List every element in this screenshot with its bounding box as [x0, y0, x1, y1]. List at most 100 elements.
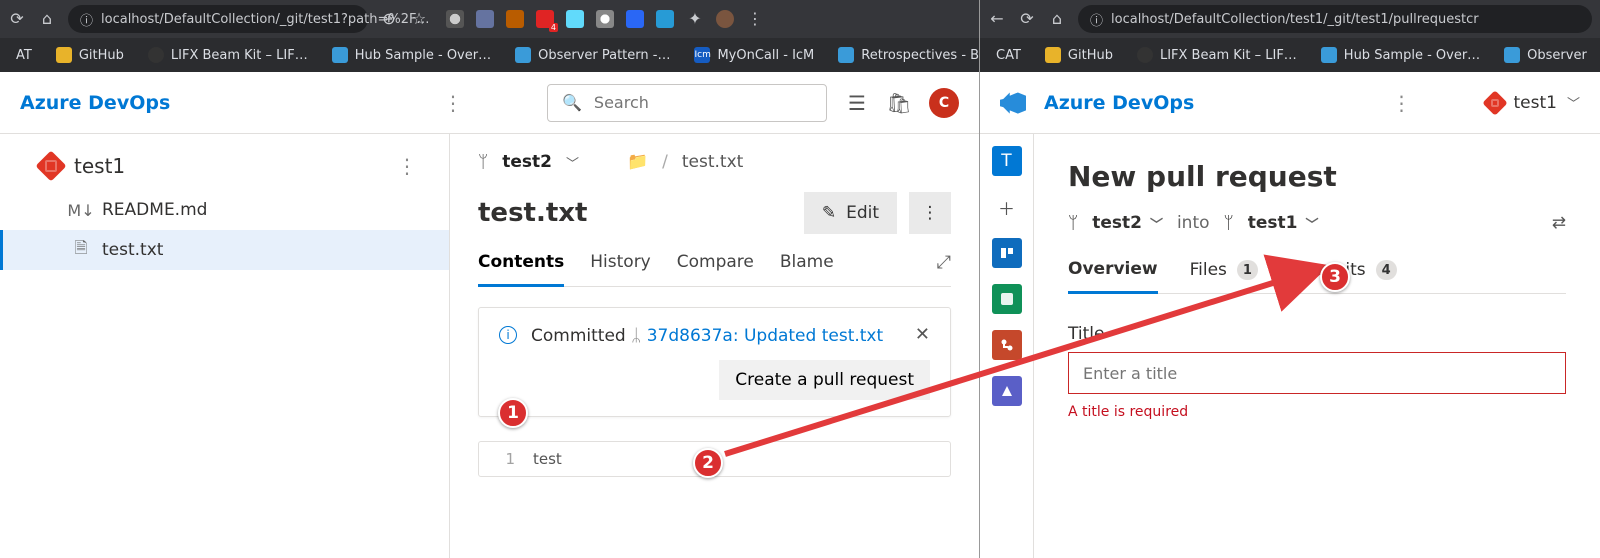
- file-title: test.txt: [478, 198, 792, 228]
- repo-name: test1: [74, 154, 125, 178]
- file-main: ᛘ test2 ﹀ 📁 / test.txt test.txt ✎ Edit ⋮…: [450, 134, 979, 558]
- ext-icon[interactable]: [506, 10, 524, 28]
- url-text: localhost/DefaultCollection/test1/_git/t…: [1111, 12, 1479, 27]
- chrome-menu-icon[interactable]: ⋮: [746, 10, 764, 28]
- extensions-row: 4: [446, 10, 674, 28]
- tab-blame[interactable]: Blame: [780, 252, 834, 286]
- ext-icon[interactable]: [656, 10, 674, 28]
- repo-more-icon[interactable]: ⋮: [389, 154, 425, 178]
- shopping-icon[interactable]: 🛍: [887, 91, 911, 115]
- bookmark[interactable]: GitHub: [1035, 43, 1123, 67]
- annotation-badge-3: 3: [1320, 262, 1350, 292]
- ext-icon[interactable]: [566, 10, 584, 28]
- edit-button[interactable]: ✎ Edit: [804, 192, 897, 234]
- source-branch-picker[interactable]: test2﹀: [1092, 213, 1163, 233]
- ado-logo[interactable]: Azure DevOps: [1044, 92, 1194, 114]
- annotation-badge-1: 1: [498, 398, 528, 428]
- tab-history[interactable]: History: [590, 252, 650, 286]
- repo-breadcrumb[interactable]: test1 ﹀: [1486, 93, 1580, 113]
- tab-compare[interactable]: Compare: [677, 252, 754, 286]
- header-more-icon[interactable]: ⋮: [435, 91, 471, 115]
- tab-contents[interactable]: Contents: [478, 252, 564, 287]
- address-bar[interactable]: ⓘ localhost/DefaultCollection/_git/test1…: [68, 5, 368, 33]
- bookmarks-bar: AT GitHub LIFX Beam Kit – LIF… Hub Sampl…: [0, 38, 979, 72]
- back-icon[interactable]: ←: [988, 10, 1006, 28]
- ado-icon: [1000, 90, 1026, 116]
- bookmark[interactable]: Hub Sample - Over…: [1311, 43, 1490, 67]
- commit-link[interactable]: 37d8637a: Updated test.txt: [647, 326, 883, 346]
- rail-add-icon[interactable]: ＋: [992, 192, 1022, 222]
- page-title: New pull request: [1068, 160, 1566, 193]
- bookmark[interactable]: LIFX Beam Kit – LIF…: [138, 43, 318, 67]
- extensions-icon[interactable]: ✦: [686, 10, 704, 28]
- bookmark[interactable]: Observer: [1494, 43, 1597, 67]
- ado-logo[interactable]: Azure DevOps: [20, 92, 170, 114]
- bookmark[interactable]: CAT: [986, 44, 1031, 67]
- repo-header[interactable]: test1 ⋮: [0, 148, 449, 190]
- bookmark[interactable]: GitHub: [46, 43, 134, 67]
- ext-icon[interactable]: [596, 10, 614, 28]
- rail-boards-icon[interactable]: [992, 238, 1022, 268]
- fullscreen-icon[interactable]: ⤢: [937, 252, 951, 286]
- breadcrumb-repo: test1: [1514, 93, 1557, 113]
- rail-pipelines-icon[interactable]: [992, 376, 1022, 406]
- bookmark[interactable]: Hub Sample - Over…: [322, 43, 501, 67]
- rail-overview-icon[interactable]: T: [992, 146, 1022, 176]
- star-icon[interactable]: ☆: [410, 10, 428, 28]
- repo-icon: [35, 150, 66, 181]
- bookmark[interactable]: IcmMyOnCall - IcM: [684, 43, 824, 67]
- zoom-icon[interactable]: ⊕: [380, 10, 398, 28]
- file-item-test[interactable]: 🗎 test.txt: [0, 230, 449, 270]
- line-number: 1: [493, 450, 515, 468]
- chevron-down-icon: ﹀: [1567, 93, 1580, 112]
- breadcrumb-file[interactable]: test.txt: [682, 152, 743, 172]
- profile-icon[interactable]: [716, 10, 734, 28]
- search-input[interactable]: [592, 92, 812, 113]
- file-sidebar: test1 ⋮ M↓ README.md 🗎 test.txt: [0, 134, 450, 558]
- home-icon[interactable]: ⌂: [38, 10, 56, 28]
- bookmark[interactable]: Retrospectives - Bo…: [828, 43, 979, 67]
- file-name: test.txt: [102, 240, 163, 260]
- ext-icon[interactable]: [446, 10, 464, 28]
- bookmarks-bar: CAT GitHub LIFX Beam Kit – LIF… Hub Samp…: [980, 38, 1600, 72]
- branch-name[interactable]: test2: [502, 152, 552, 172]
- header-more-icon[interactable]: ⋮: [1384, 91, 1420, 115]
- ext-icon[interactable]: 4: [536, 10, 554, 28]
- address-bar[interactable]: ⓘ localhost/DefaultCollection/test1/_git…: [1078, 5, 1592, 33]
- repo-icon: [1482, 90, 1507, 115]
- home-icon[interactable]: ⌂: [1048, 10, 1066, 28]
- title-label: Title: [1068, 324, 1566, 344]
- commit-icon: ᛦ: [631, 326, 641, 346]
- file-more-button[interactable]: ⋮: [909, 192, 951, 234]
- tab-files[interactable]: Files1: [1190, 259, 1258, 293]
- reload-icon[interactable]: ⟳: [8, 10, 26, 28]
- swap-icon[interactable]: ⇄: [1552, 213, 1566, 233]
- reload-icon[interactable]: ⟳: [1018, 10, 1036, 28]
- create-pr-button[interactable]: Create a pull request: [719, 360, 930, 400]
- target-branch-picker[interactable]: test1﹀: [1248, 213, 1319, 233]
- folder-icon[interactable]: 📁: [627, 152, 648, 172]
- pr-title-input[interactable]: [1068, 352, 1566, 394]
- file-item-readme[interactable]: M↓ README.md: [0, 190, 449, 230]
- ext-icon[interactable]: [626, 10, 644, 28]
- bookmark[interactable]: LIFX Beam Kit – LIF…: [1127, 43, 1307, 67]
- commit-prefix: Committed: [531, 326, 626, 346]
- info-icon: ⓘ: [80, 10, 93, 29]
- filter-icon[interactable]: ☰: [845, 91, 869, 115]
- bookmark[interactable]: Observer Pattern -…: [505, 43, 680, 67]
- into-label: into: [1177, 213, 1210, 233]
- rail-test-icon[interactable]: [992, 284, 1022, 314]
- rail-repos-icon[interactable]: [992, 330, 1022, 360]
- file-name: README.md: [102, 200, 207, 220]
- file-tabs: Contents History Compare Blame ⤢: [478, 252, 951, 287]
- chevron-down-icon[interactable]: ﹀: [566, 153, 579, 172]
- ext-icon[interactable]: [476, 10, 494, 28]
- tab-overview[interactable]: Overview: [1068, 259, 1158, 294]
- close-icon[interactable]: ✕: [915, 324, 930, 345]
- info-icon: i: [499, 326, 517, 344]
- branch-icon: ᛘ: [1224, 213, 1234, 233]
- annotation-badge-2: 2: [693, 448, 723, 478]
- search-box[interactable]: 🔍: [547, 84, 827, 122]
- user-avatar[interactable]: C: [929, 88, 959, 118]
- bookmark[interactable]: AT: [6, 44, 42, 67]
